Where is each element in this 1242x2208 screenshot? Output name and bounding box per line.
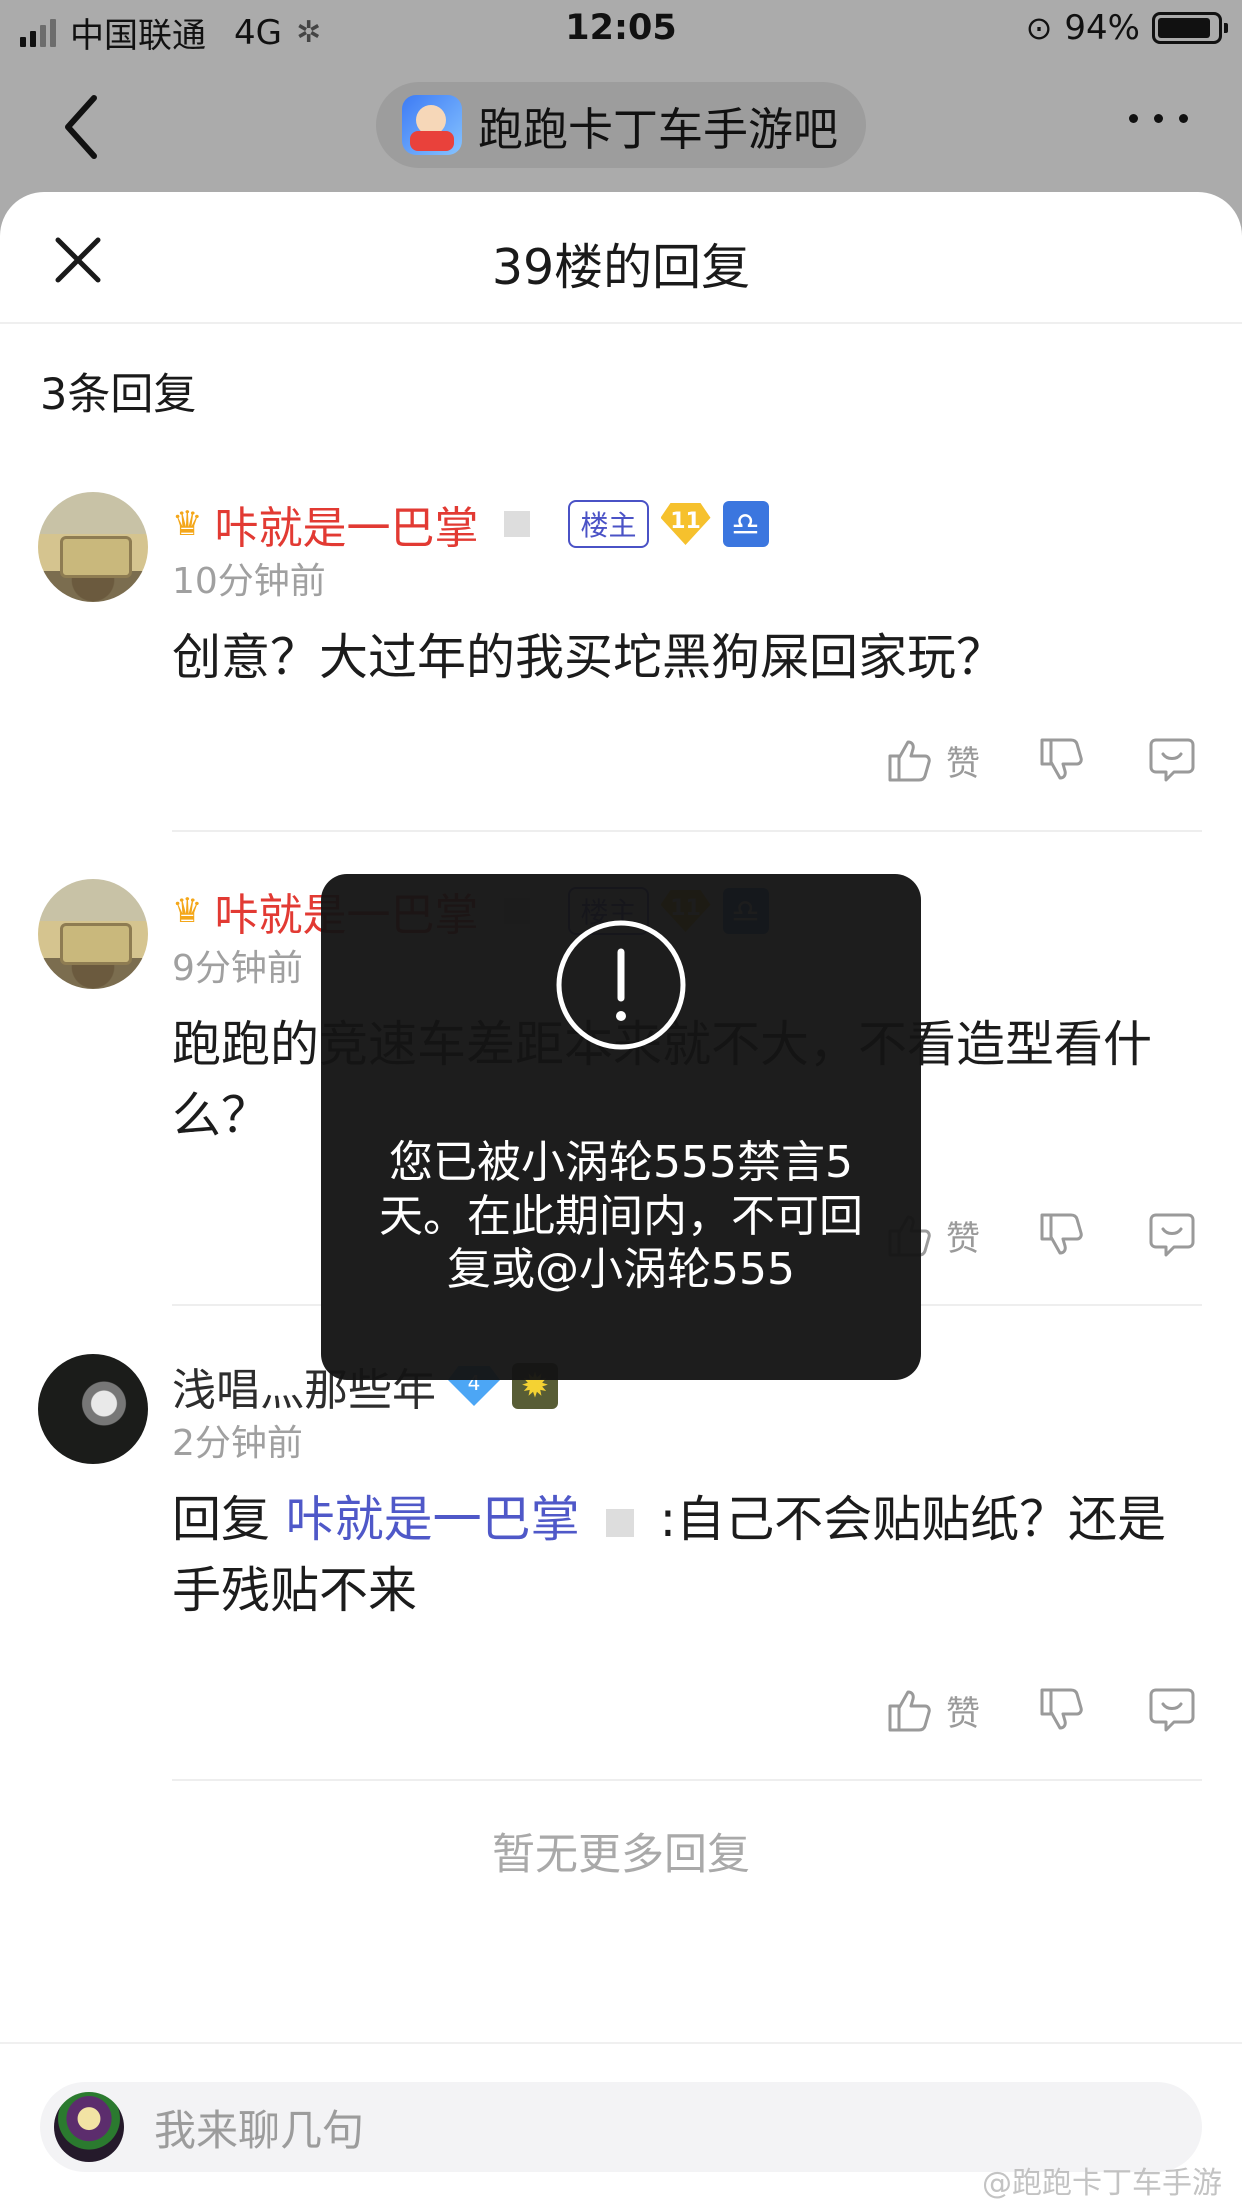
- mute-toast: 您已被小涡轮555禁言5天。在此期间内，不可回复或@小涡轮555: [321, 874, 921, 1380]
- rotation-lock-icon: ⊙: [1025, 9, 1053, 47]
- battery-percent: 94%: [1064, 8, 1140, 48]
- thumbs-down-icon[interactable]: [1036, 734, 1088, 786]
- like-label: 赞: [946, 743, 980, 784]
- status-bar: 中国联通 4G ✲ 12:05 ⊙ 94%: [0, 0, 1242, 62]
- avatar[interactable]: [38, 879, 148, 989]
- post-time: 9分钟前: [172, 948, 303, 989]
- divider: [172, 830, 1202, 832]
- watermark: @跑跑卡丁车手游: [982, 2166, 1222, 2201]
- divider: [172, 1779, 1202, 1781]
- bottom-bar: 我来聊几句 @跑跑卡丁车手游: [0, 2042, 1242, 2208]
- username[interactable]: 咔就是一巴掌: [214, 492, 478, 556]
- more-dots-icon[interactable]: [1129, 114, 1188, 123]
- avatar[interactable]: [38, 492, 148, 602]
- post-time: 10分钟前: [172, 561, 326, 602]
- comment-icon[interactable]: [1146, 1209, 1198, 1261]
- sheet-header: 39楼的回复: [0, 192, 1242, 324]
- battery-icon: [1152, 12, 1228, 44]
- nav-bar: 跑跑卡丁车手游吧: [0, 62, 1242, 192]
- owner-badge: 楼主: [568, 500, 649, 548]
- thumbs-up-icon: [888, 1690, 931, 1732]
- thumbs-down-icon[interactable]: [1036, 1209, 1088, 1261]
- forum-title: 跑跑卡丁车手游吧: [478, 102, 839, 156]
- exclamation-icon: [556, 920, 686, 1050]
- gray-square-icon: [504, 511, 531, 537]
- crown-icon: ♛: [172, 891, 203, 931]
- thumbs-up-icon: [888, 740, 931, 782]
- forum-app-icon: [402, 95, 462, 155]
- post-actions: 赞: [884, 1209, 1198, 1261]
- like-label: 赞: [946, 1218, 980, 1259]
- like-label: 赞: [946, 1693, 980, 1734]
- no-more-replies: 暂无更多回复: [492, 1830, 750, 1880]
- avatar[interactable]: [38, 1354, 148, 1464]
- gray-square-icon: [605, 1508, 634, 1537]
- like-button[interactable]: 赞: [884, 1684, 980, 1736]
- level-badge: 11: [660, 503, 711, 545]
- toast-message: 您已被小涡轮555禁言5天。在此期间内，不可回复或@小涡轮555: [379, 1137, 863, 1296]
- reply-count: 3条回复: [40, 370, 197, 420]
- crown-icon: ♛: [172, 504, 203, 544]
- post-actions: 赞: [884, 1684, 1198, 1736]
- post-content: 创意？大过年的我买坨黑狗屎回家玩？: [172, 629, 1006, 686]
- post-content: 回复 咔就是一巴掌:自己不会贴贴纸？还是手残贴不来: [172, 1484, 1182, 1626]
- libra-icon: ♎: [722, 501, 769, 547]
- comment-icon[interactable]: [1146, 734, 1198, 786]
- input-placeholder: 我来聊几句: [154, 2105, 365, 2155]
- comment-icon[interactable]: [1146, 1684, 1198, 1736]
- like-button[interactable]: 赞: [884, 734, 980, 786]
- status-right: ⊙ 94%: [1025, 8, 1228, 48]
- reply-prefix: 回复: [172, 1491, 271, 1548]
- user-row: ♛ 咔就是一巴掌 楼主 11 ♎: [172, 492, 769, 556]
- forum-title-pill[interactable]: 跑跑卡丁车手游吧: [376, 82, 866, 168]
- sheet-title: 39楼的回复: [491, 239, 751, 296]
- mention-link[interactable]: 咔就是一巴掌: [286, 1491, 580, 1548]
- post-actions: 赞: [884, 734, 1198, 786]
- my-avatar: [54, 2092, 124, 2162]
- thumbs-down-icon[interactable]: [1036, 1684, 1088, 1736]
- chevron-left-icon[interactable]: [60, 92, 104, 162]
- post-time: 2分钟前: [172, 1423, 303, 1464]
- reply-sheet: 39楼的回复 3条回复 ♛ 咔就是一巴掌 楼主 11 ♎ 10分钟前 创意？大过…: [0, 192, 1242, 2208]
